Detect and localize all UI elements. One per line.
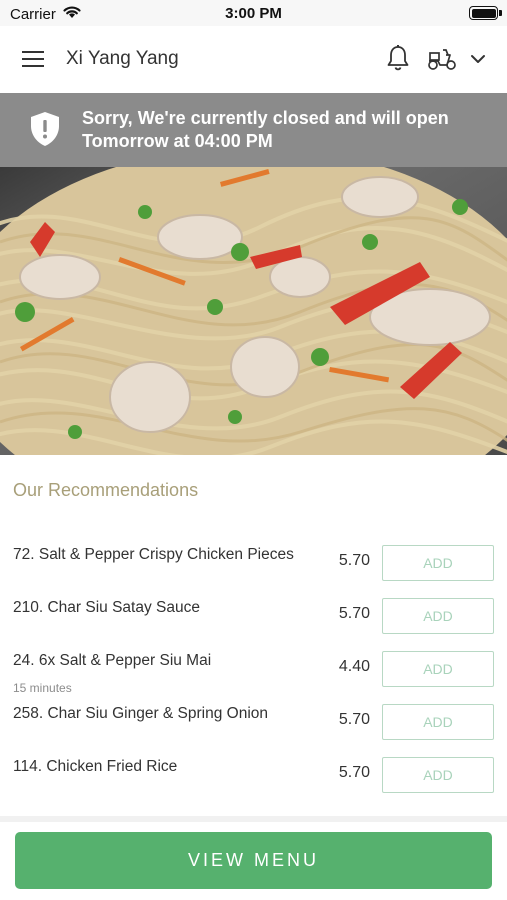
recommendations-list: 72. Salt & Pepper Crispy Chicken Pieces … bbox=[0, 535, 507, 800]
shield-alert-icon bbox=[29, 111, 61, 147]
item-price: 5.70 bbox=[338, 605, 370, 622]
list-item: 258. Char Siu Ginger & Spring Onion 5.70… bbox=[0, 694, 507, 747]
restaurant-title: Xi Yang Yang bbox=[66, 48, 179, 69]
item-name: 210. Char Siu Satay Sauce bbox=[13, 599, 200, 616]
battery-icon bbox=[469, 6, 498, 20]
item-price: 4.40 bbox=[338, 658, 370, 675]
list-item: 114. Chicken Fried Rice 5.70 ADD bbox=[0, 747, 507, 800]
item-name: 24. 6x Salt & Pepper Siu Mai bbox=[13, 652, 212, 669]
status-bar: Carrier 3:00 PM bbox=[0, 0, 507, 26]
item-price: 5.70 bbox=[338, 764, 370, 781]
list-item: 210. Char Siu Satay Sauce 5.70 ADD bbox=[0, 588, 507, 641]
notification-bell-icon[interactable] bbox=[385, 44, 411, 72]
nav-bar: Xi Yang Yang bbox=[0, 26, 507, 93]
item-price: 5.70 bbox=[338, 552, 370, 569]
view-menu-button[interactable]: VIEW MENU bbox=[15, 832, 492, 889]
item-prep-time: 15 minutes bbox=[13, 681, 72, 695]
add-button[interactable]: ADD bbox=[382, 651, 494, 687]
add-button[interactable]: ADD bbox=[382, 598, 494, 634]
item-name: 72. Salt & Pepper Crispy Chicken Pieces bbox=[13, 546, 294, 563]
recommendations-title: Our Recommendations bbox=[13, 480, 199, 500]
add-button[interactable]: ADD bbox=[382, 545, 494, 581]
hamburger-menu-icon[interactable] bbox=[20, 48, 46, 70]
closed-message: Sorry, We're currently closed and will o… bbox=[82, 108, 449, 151]
hero-food-image bbox=[0, 167, 507, 455]
item-name: 114. Chicken Fried Rice bbox=[13, 758, 178, 775]
delivery-scooter-icon[interactable] bbox=[426, 46, 458, 72]
add-button[interactable]: ADD bbox=[382, 704, 494, 740]
status-time: 3:00 PM bbox=[225, 5, 282, 22]
list-item: 72. Salt & Pepper Crispy Chicken Pieces … bbox=[0, 535, 507, 588]
battery-tip bbox=[499, 10, 502, 16]
add-button[interactable]: ADD bbox=[382, 757, 494, 793]
chevron-down-icon[interactable] bbox=[468, 50, 488, 68]
item-name: 258. Char Siu Ginger & Spring Onion bbox=[13, 705, 269, 722]
divider bbox=[0, 816, 507, 822]
item-price: 5.70 bbox=[338, 711, 370, 728]
list-item: 24. 6x Salt & Pepper Siu Mai 15 minutes … bbox=[0, 641, 507, 695]
closed-banner: Sorry, We're currently closed and will o… bbox=[0, 93, 507, 167]
